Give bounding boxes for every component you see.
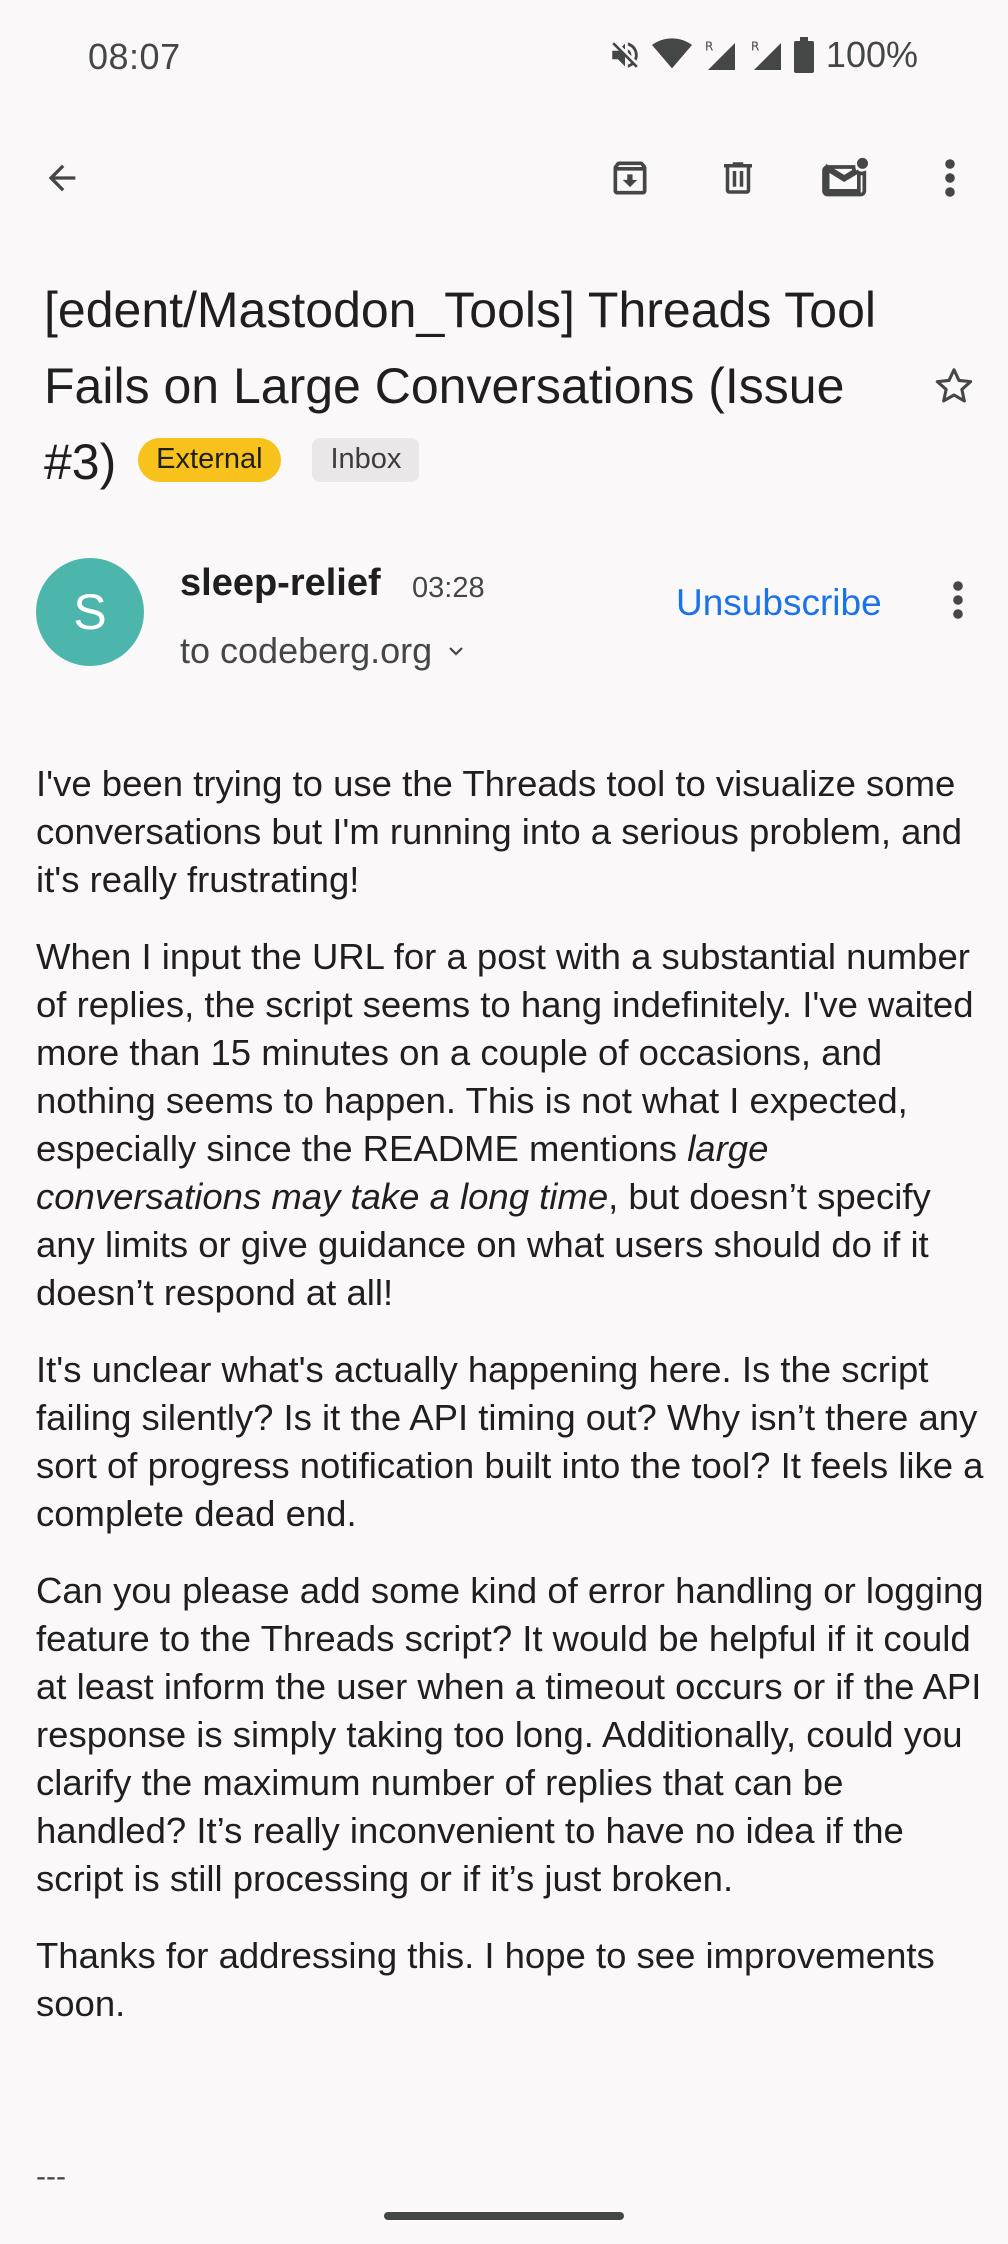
body-paragraph: I've been trying to use the Threads tool… bbox=[36, 763, 963, 900]
more-vert-icon bbox=[944, 158, 956, 198]
battery-icon bbox=[793, 37, 814, 73]
body-paragraph: It's unclear what's actually happening h… bbox=[36, 1349, 984, 1534]
signature-separator: --- bbox=[36, 2160, 66, 2193]
star-outline-icon bbox=[931, 363, 977, 414]
inbox-label-chip[interactable]: Inbox bbox=[312, 437, 420, 482]
mark-unread-icon bbox=[822, 156, 870, 200]
signal-r-icon: R bbox=[702, 37, 738, 73]
body-paragraph: When I input the URL for a post with a s… bbox=[36, 933, 986, 1317]
gesture-nav-handle[interactable] bbox=[384, 2212, 624, 2220]
sender-avatar[interactable]: S bbox=[36, 558, 144, 666]
email-subject: [edent/Mastodon_Tools] Threads Tool Fail… bbox=[44, 272, 904, 500]
body-paragraph: Can you please add some kind of error ha… bbox=[36, 1570, 984, 1899]
back-button[interactable] bbox=[26, 142, 98, 214]
back-arrow-icon bbox=[42, 158, 82, 198]
body-paragraph: Thanks for addressing this. I hope to se… bbox=[36, 1935, 935, 2024]
screen: 08:07 R R 100% [edent/Mastodon_Tools] Th… bbox=[0, 0, 1008, 2244]
wifi-icon bbox=[651, 38, 692, 72]
delete-button[interactable] bbox=[702, 142, 774, 214]
status-icons: R R 100% bbox=[608, 34, 918, 76]
mute-icon bbox=[608, 38, 642, 72]
chevron-down-icon bbox=[432, 630, 468, 672]
svg-text:R: R bbox=[705, 40, 713, 54]
body-text: When I input the URL for a post with a s… bbox=[36, 936, 974, 1169]
recipient-details[interactable]: to codeberg.org bbox=[180, 630, 468, 672]
external-label-chip[interactable]: External bbox=[138, 437, 281, 482]
battery-percentage: 100% bbox=[825, 34, 918, 75]
more-vert-icon bbox=[952, 580, 964, 625]
archive-icon bbox=[608, 156, 652, 200]
recipient-text: to codeberg.org bbox=[180, 630, 433, 671]
signal-r-icon: R bbox=[748, 37, 784, 73]
status-time: 08:07 bbox=[88, 36, 181, 77]
message-more-button[interactable] bbox=[930, 574, 986, 630]
action-bar bbox=[0, 142, 1008, 226]
unsubscribe-link[interactable]: Unsubscribe bbox=[676, 582, 882, 624]
mark-unread-button[interactable] bbox=[810, 142, 882, 214]
archive-button[interactable] bbox=[594, 142, 666, 214]
more-options-button[interactable] bbox=[914, 142, 986, 214]
svg-text:R: R bbox=[751, 40, 759, 54]
email-body: I've been trying to use the Threads tool… bbox=[36, 760, 986, 2057]
star-button[interactable] bbox=[926, 360, 982, 416]
delete-icon bbox=[717, 157, 759, 199]
sender-name[interactable]: sleep-relief bbox=[180, 562, 381, 605]
sender-time: 03:28 bbox=[412, 572, 485, 604]
status-bar: 08:07 R R 100% bbox=[0, 0, 1008, 115]
